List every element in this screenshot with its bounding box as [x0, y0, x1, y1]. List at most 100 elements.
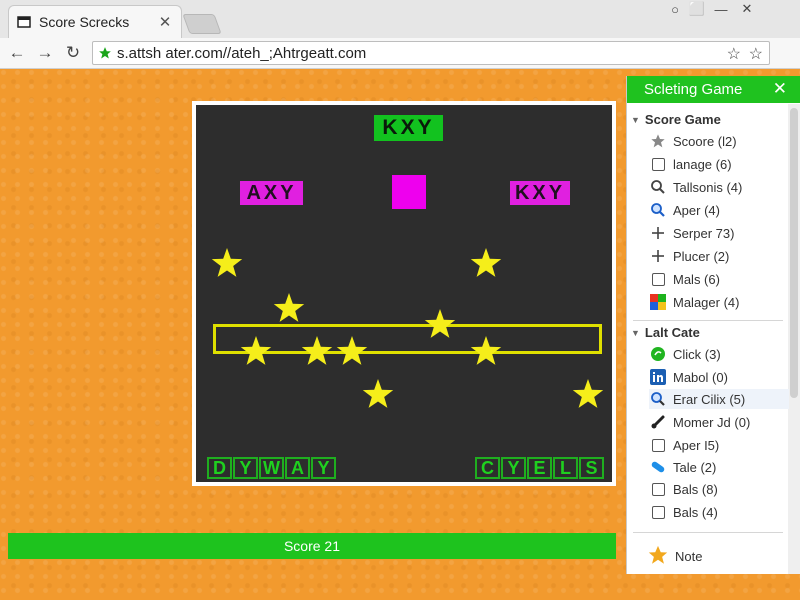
bottom-right-word: C Y E L S	[475, 457, 604, 479]
collectible-star-icon[interactable]	[572, 379, 604, 408]
item-label: Bals (4)	[673, 504, 718, 520]
panel-header: Scleting Game ✕	[627, 76, 800, 103]
letter-tile: S	[579, 457, 604, 479]
brush-icon	[649, 413, 667, 431]
list-item[interactable]: Mabol (0)	[649, 367, 728, 387]
side-panel: Scleting Game ✕ ▼ Score Game Scoore (l2)…	[626, 76, 800, 574]
game-canvas[interactable]: KXY AXY KXY D Y W A Y C Y E L S	[196, 105, 612, 482]
section-divider	[633, 320, 783, 321]
pill-icon	[649, 458, 667, 476]
panel-title: Scleting Game	[644, 81, 743, 98]
collectible-star-icon[interactable]	[273, 293, 305, 322]
browser-toolbar: ← → ↻ s.attsh ater.com//ateh_;Ahtrgeatt.…	[0, 38, 800, 69]
score-bar: Score 21	[8, 533, 616, 559]
search-icon	[649, 178, 667, 196]
item-label: Erar Cilix (5)	[673, 391, 746, 407]
url-text: s.attsh ater.com//ateh_;Ahtrgeatt.com	[117, 44, 367, 62]
list-item[interactable]: Serper 73)	[649, 223, 734, 243]
letter-tile: Y	[311, 457, 336, 479]
score-label: Score 21	[283, 538, 341, 554]
tab-strip: Score Screcks ✕ ○ ⬜ — ✕	[0, 0, 800, 38]
collectible-star-icon[interactable]	[211, 248, 243, 277]
account-icon[interactable]: ⬜	[686, 0, 708, 18]
bookmark-star-icon[interactable]: ☆	[727, 44, 741, 64]
tab-close-icon[interactable]: ✕	[157, 13, 173, 31]
section-divider	[633, 532, 783, 533]
minimize-icon[interactable]: ○	[664, 0, 686, 18]
star-icon	[649, 132, 667, 150]
list-item[interactable]: Aper I5)	[649, 435, 719, 455]
window-close-icon[interactable]: ✕	[736, 0, 758, 18]
collectible-star-icon[interactable]	[240, 336, 272, 365]
letter-tile: D	[207, 457, 232, 479]
star-icon	[647, 544, 671, 568]
letter-tile: A	[285, 457, 310, 479]
plus-icon	[649, 247, 667, 265]
list-item[interactable]: Tale (2)	[649, 457, 716, 477]
collectible-star-icon[interactable]	[362, 379, 394, 408]
tab-score-screcks[interactable]: Score Screcks ✕	[8, 5, 182, 38]
letter-tile: C	[475, 457, 500, 479]
collectible-star-icon[interactable]	[301, 336, 333, 365]
list-item[interactable]: Plucer (2)	[649, 246, 729, 266]
section-title: Lalt Cate	[644, 325, 700, 340]
collectible-star-icon[interactable]	[470, 336, 502, 365]
collectible-star-icon[interactable]	[424, 309, 456, 338]
new-tab-button[interactable]	[182, 14, 222, 34]
panel-scrollbar[interactable]	[788, 104, 800, 574]
item-label: Aper (4)	[673, 202, 720, 218]
item-label: Serper 73)	[673, 225, 735, 241]
magnifier-icon	[649, 390, 667, 408]
forward-arrow-icon[interactable]: →	[34, 42, 56, 64]
list-item[interactable]: Bals (8)	[649, 479, 718, 499]
item-label: Mals (6)	[673, 271, 720, 287]
letter-tile: L	[553, 457, 578, 479]
letter-tile: W	[259, 457, 284, 479]
list-item[interactable]: lanage (6)	[649, 154, 732, 174]
collapse-caret-icon[interactable]: ▼	[631, 328, 640, 338]
checkbox-icon[interactable]	[649, 155, 667, 173]
restore-icon[interactable]: —	[710, 0, 732, 18]
reload-icon[interactable]: ↻	[62, 42, 84, 64]
list-item[interactable]: Aper (4)	[649, 200, 720, 220]
item-label: Tale (2)	[673, 459, 717, 475]
checkbox-icon[interactable]	[649, 436, 667, 454]
back-arrow-icon[interactable]: ←	[6, 42, 28, 64]
list-item[interactable]: Bals (4)	[649, 502, 718, 522]
letter-tile: E	[527, 457, 552, 479]
item-label: Mabol (0)	[673, 369, 728, 385]
note-button[interactable]: Note	[647, 544, 702, 568]
list-item[interactable]: Mals (6)	[649, 269, 720, 289]
bottom-left-word: D Y W A Y	[207, 457, 336, 479]
checkbox-icon[interactable]	[649, 480, 667, 498]
letter-tile: Y	[233, 457, 258, 479]
collectible-star-icon[interactable]	[470, 248, 502, 277]
panel-close-icon[interactable]: ✕	[773, 79, 787, 99]
item-label: Aper I5)	[673, 437, 720, 453]
item-label: Scoore (l2)	[673, 133, 737, 149]
section-title: Score Game	[644, 112, 721, 127]
star-layer	[211, 248, 604, 408]
section-header-lalt-cate[interactable]: ▼ Lalt Cate	[631, 325, 700, 340]
collectible-star-icon[interactable]	[336, 336, 368, 365]
list-item-highlighted[interactable]: Erar Cilix (5)	[649, 389, 789, 409]
checkbox-icon[interactable]	[649, 503, 667, 521]
list-item[interactable]: Tallsonis (4)	[649, 177, 742, 197]
list-item[interactable]: Click (3)	[649, 344, 721, 364]
item-label: Tallsonis (4)	[673, 179, 743, 195]
plus-icon	[649, 224, 667, 242]
section-header-score-game[interactable]: ▼ Score Game	[631, 112, 721, 127]
address-bar[interactable]: s.attsh ater.com//ateh_;Ahtrgeatt.com ☆ …	[92, 41, 770, 65]
list-item[interactable]: Malager (4)	[649, 292, 739, 312]
collapse-caret-icon[interactable]: ▼	[631, 115, 640, 125]
scroll-thumb[interactable]	[790, 108, 798, 398]
favorite-star-icon[interactable]: ☆	[749, 44, 763, 64]
item-label: Bals (8)	[673, 481, 718, 497]
list-item[interactable]: Momer Jd (0)	[649, 412, 750, 432]
page-favicon-icon	[17, 15, 31, 29]
letter-tile: Y	[501, 457, 526, 479]
secure-star-icon	[97, 45, 113, 61]
checkbox-icon[interactable]	[649, 270, 667, 288]
linkedin-icon	[649, 368, 667, 386]
list-item[interactable]: Scoore (l2)	[649, 131, 737, 151]
